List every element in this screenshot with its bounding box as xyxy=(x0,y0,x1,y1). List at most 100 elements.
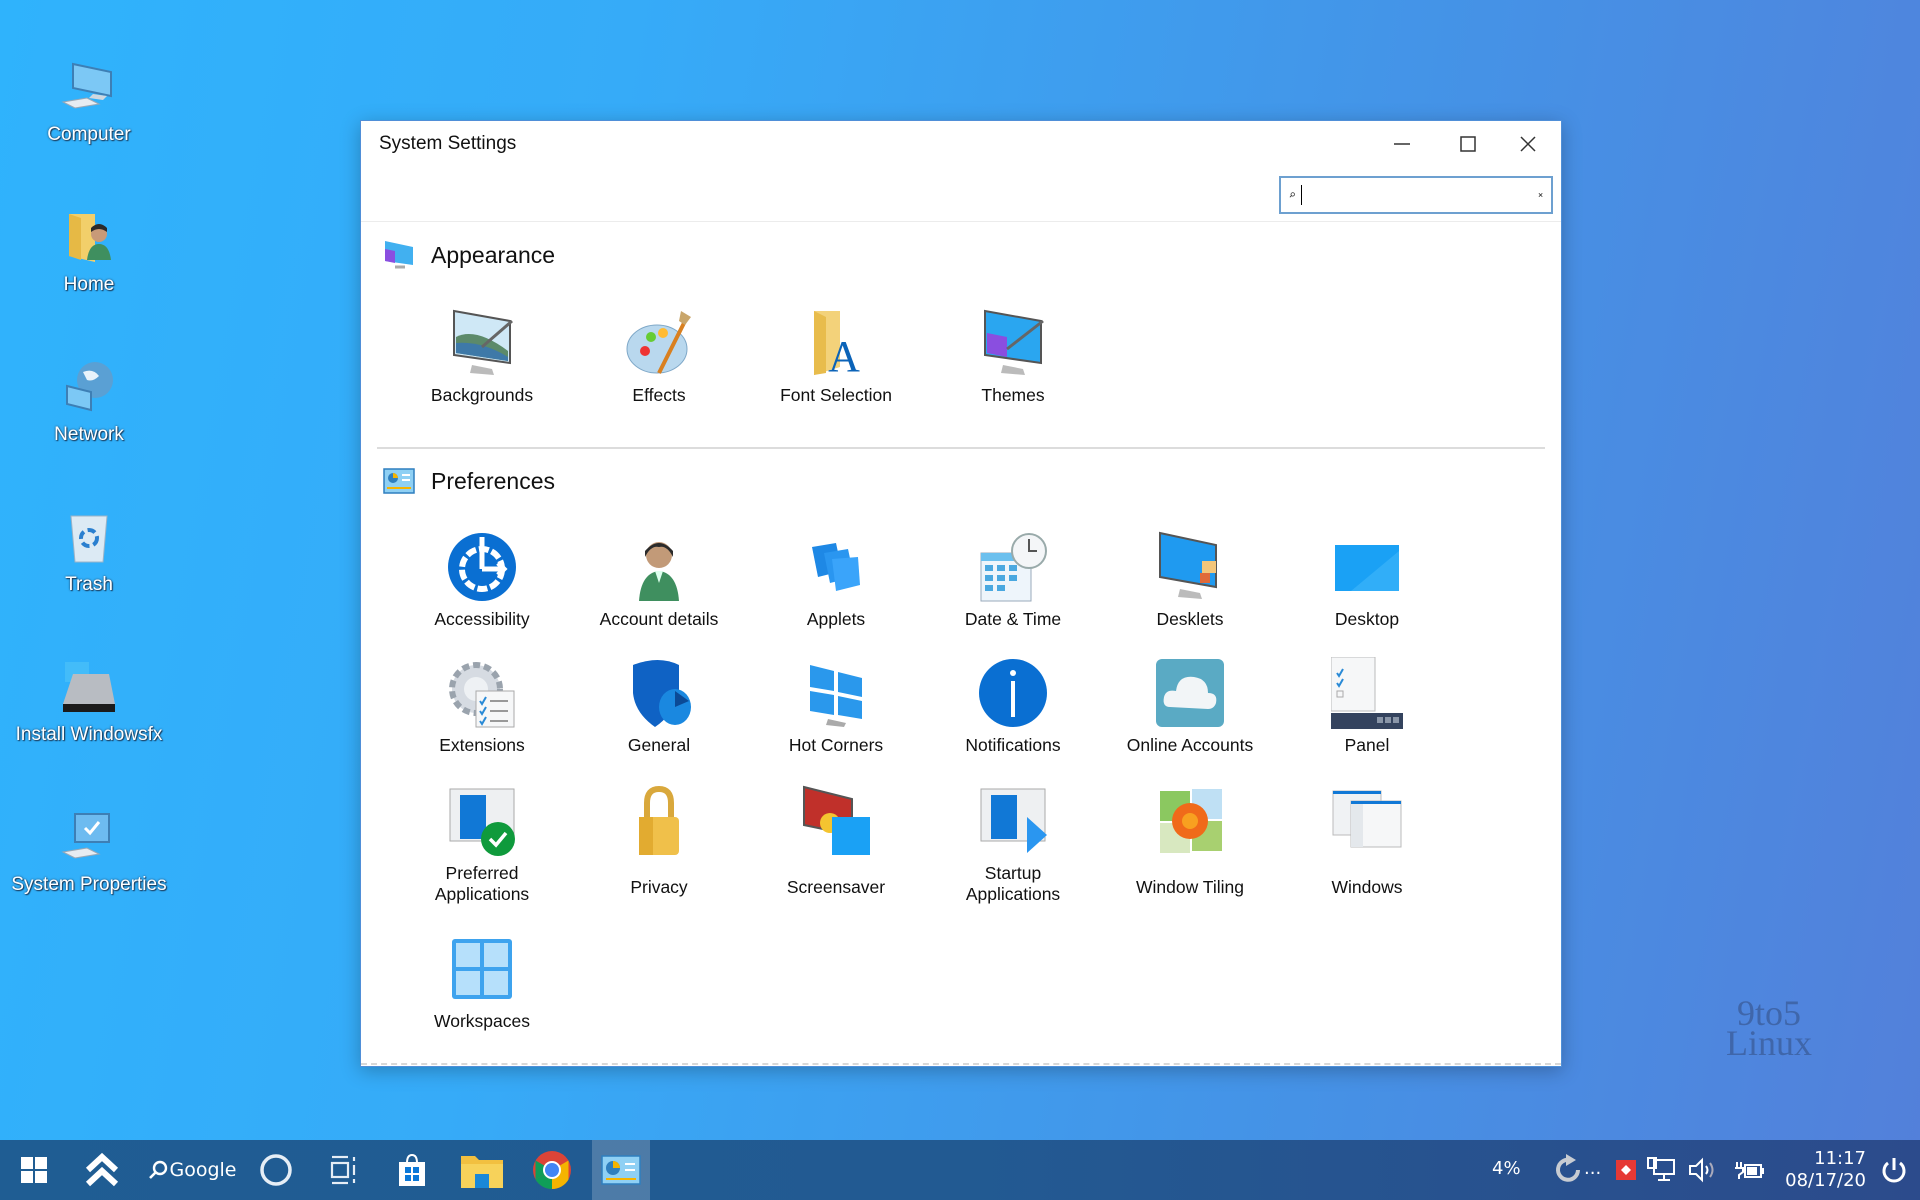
item-label: Workspaces xyxy=(434,1011,530,1031)
windows-icon xyxy=(1331,785,1403,857)
tray-overflow[interactable]: ... xyxy=(1584,1158,1601,1179)
settings-item-date-time[interactable]: Date & Time xyxy=(925,531,1101,630)
item-label: Hot Corners xyxy=(788,735,884,755)
applets-icon xyxy=(800,531,872,603)
item-label: Accessibility xyxy=(434,609,530,629)
item-label: Applets xyxy=(806,609,866,629)
search-icon xyxy=(1289,192,1295,198)
update-indicator[interactable] xyxy=(1548,1140,1588,1200)
minimize-button[interactable] xyxy=(1377,127,1427,161)
app-launcher-button[interactable] xyxy=(78,1140,126,1200)
item-label: Panel xyxy=(1344,735,1390,755)
item-label: Notifications xyxy=(965,735,1061,755)
task-view-icon xyxy=(330,1155,356,1185)
system-settings-taskbar-button[interactable] xyxy=(592,1140,650,1200)
volume-icon xyxy=(1689,1157,1714,1183)
system-settings-window: System Settings Appearance Backgrounds E… xyxy=(360,120,1562,1067)
desktop-icon-system-properties[interactable]: System Properties xyxy=(0,808,178,896)
title-bar[interactable]: System Settings xyxy=(361,121,1561,167)
maximize-icon xyxy=(1460,136,1476,152)
search-box[interactable] xyxy=(1279,176,1553,214)
item-label-line1: Startup xyxy=(984,863,1042,883)
volume-tray[interactable] xyxy=(1686,1140,1720,1200)
settings-item-applets[interactable]: Applets xyxy=(748,531,924,630)
anydesk-tray[interactable] xyxy=(1612,1140,1640,1200)
settings-item-window-tiling[interactable]: Window Tiling xyxy=(1102,785,1278,898)
item-label: Themes xyxy=(981,385,1045,405)
settings-item-themes[interactable]: Themes xyxy=(925,307,1101,406)
settings-item-preferred-applications[interactable]: Preferred Applications xyxy=(394,785,570,905)
privacy-lock-icon xyxy=(623,785,695,857)
power-status-tray[interactable] xyxy=(1730,1140,1770,1200)
trash-icon xyxy=(59,508,119,568)
appearance-section-icon xyxy=(383,239,415,271)
desktop-icon-label: Computer xyxy=(47,124,131,145)
windows-logo-icon xyxy=(21,1157,47,1183)
item-label: Windows xyxy=(1331,877,1403,897)
settings-item-accessibility[interactable]: Accessibility xyxy=(394,531,570,630)
minimize-icon xyxy=(1394,143,1410,145)
refresh-icon xyxy=(1556,1154,1580,1182)
settings-item-effects[interactable]: Effects xyxy=(571,307,747,406)
desktop-icon-computer[interactable]: Computer xyxy=(0,58,178,146)
account-details-icon xyxy=(623,531,695,603)
settings-item-notifications[interactable]: Notifications xyxy=(925,657,1101,756)
item-label: Online Accounts xyxy=(1126,735,1254,755)
panel-icon xyxy=(1330,656,1403,729)
item-label: Desktop xyxy=(1334,609,1400,629)
settings-item-panel[interactable]: Panel xyxy=(1279,656,1455,756)
close-button[interactable] xyxy=(1503,127,1553,161)
cpu-usage-label: 4% xyxy=(1492,1158,1521,1179)
clock[interactable]: 11:17 08/17/20 xyxy=(1785,1148,1866,1192)
start-button[interactable] xyxy=(10,1140,58,1200)
settings-item-extensions[interactable]: Extensions xyxy=(394,657,570,756)
settings-item-font-selection[interactable]: A Font Selection xyxy=(748,307,924,406)
item-label: Font Selection xyxy=(780,385,892,405)
google-search-button[interactable]: Google xyxy=(144,1140,240,1200)
search-input[interactable] xyxy=(1305,184,1538,206)
system-properties-icon xyxy=(59,808,119,868)
settings-item-account-details[interactable]: Account details xyxy=(571,531,747,630)
settings-item-general[interactable]: General xyxy=(571,657,747,756)
item-label: Extensions xyxy=(439,735,525,755)
chrome-button[interactable] xyxy=(528,1140,576,1200)
cortana-button[interactable] xyxy=(252,1140,300,1200)
settings-item-workspaces[interactable]: Workspaces xyxy=(394,933,570,1032)
item-label: Account details xyxy=(599,609,719,629)
settings-item-windows[interactable]: Windows xyxy=(1279,785,1455,898)
font-selection-icon: A xyxy=(800,307,872,381)
section-divider xyxy=(377,447,1545,449)
desktop-icon-install-windowsfx[interactable]: Install Windowsfx xyxy=(0,658,178,746)
network-tray[interactable] xyxy=(1644,1140,1678,1200)
settings-item-backgrounds[interactable]: Backgrounds xyxy=(394,307,570,406)
desktop-icon-label: Network xyxy=(54,424,124,445)
desktop-icon-label: Trash xyxy=(65,574,113,595)
task-view-button[interactable] xyxy=(320,1140,368,1200)
clear-search-icon[interactable] xyxy=(1538,186,1543,204)
settings-item-online-accounts[interactable]: Online Accounts xyxy=(1102,657,1278,756)
watermark-line2: Linux xyxy=(1726,1023,1812,1063)
preferences-section-icon xyxy=(383,465,415,497)
item-label: Privacy xyxy=(630,877,688,897)
store-button[interactable] xyxy=(388,1140,436,1200)
settings-item-desklets[interactable]: Desklets xyxy=(1102,531,1278,630)
desktop-icon-label: Home xyxy=(63,274,115,295)
settings-item-hot-corners[interactable]: Hot Corners xyxy=(748,657,924,756)
desktop-icon-home[interactable]: Home xyxy=(0,208,178,296)
taskbar: Google 4% ... 11:17 08/17/20 xyxy=(0,1140,1920,1200)
section-title: Appearance xyxy=(431,241,556,268)
power-button[interactable] xyxy=(1872,1140,1916,1200)
maximize-button[interactable] xyxy=(1443,127,1493,161)
desktop-icon-network[interactable]: Network xyxy=(0,358,178,446)
settings-item-desktop[interactable]: Desktop xyxy=(1279,531,1455,630)
desklets-icon xyxy=(1154,531,1226,603)
settings-item-startup-applications[interactable]: Startup Applications xyxy=(925,785,1101,905)
desktop-icon-label: System Properties xyxy=(11,874,167,895)
desktop-icon-trash[interactable]: Trash xyxy=(0,508,178,596)
item-label: Date & Time xyxy=(964,609,1062,629)
settings-item-privacy[interactable]: Privacy xyxy=(571,785,747,898)
file-manager-button[interactable] xyxy=(458,1140,506,1200)
settings-item-screensaver[interactable]: Screensaver xyxy=(748,785,924,898)
power-icon xyxy=(1882,1158,1906,1183)
close-icon xyxy=(1520,136,1536,152)
